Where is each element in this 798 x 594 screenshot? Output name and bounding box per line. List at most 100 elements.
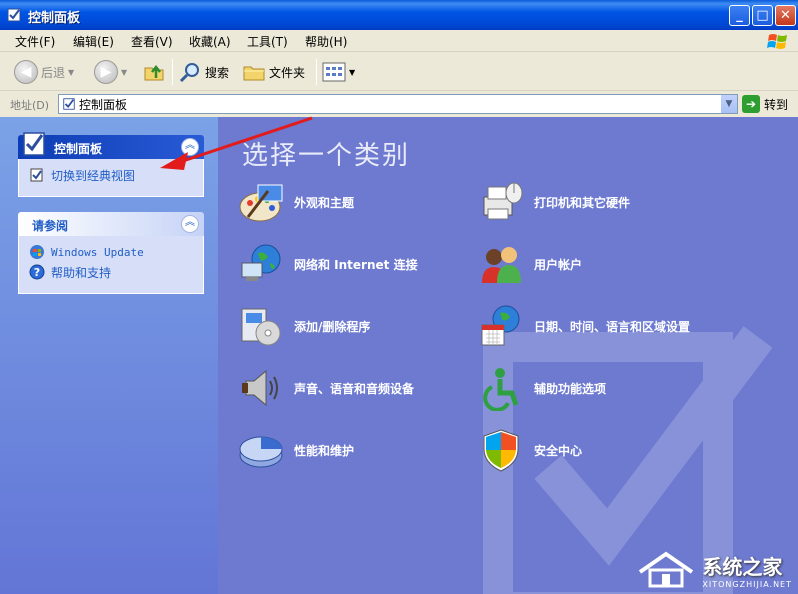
category-label: 网络和 Internet 连接 — [294, 257, 418, 272]
network-globe-icon — [241, 244, 281, 281]
views-dropdown-icon: ▼ — [349, 67, 356, 77]
menu-tools[interactable]: 工具(T) — [247, 33, 288, 50]
address-value: 控制面板 — [79, 97, 128, 112]
see-also-title: 请参阅 — [32, 219, 69, 233]
category-sounds-speech-audio[interactable]: 声音、语音和音频设备 — [238, 365, 414, 411]
up-folder-icon — [144, 64, 164, 81]
category-view: 选择一个类别 外观和主题 打印机和其它硬件 网络和 Internet 连接 用户… — [218, 117, 798, 594]
windows-update-link[interactable]: Windows Update — [29, 242, 193, 262]
watermark-text: 系统之家 — [702, 555, 783, 579]
help-and-support-label: 帮助和支持 — [51, 265, 112, 280]
address-bar: 地址(D) 控制面板 ▼ ➔ 转到 — [0, 92, 798, 116]
control-panel-icon — [63, 98, 75, 110]
close-button[interactable]: ✕ — [775, 5, 796, 26]
windows-update-label: Windows Update — [51, 245, 144, 259]
category-performance-and-maintenance[interactable]: 性能和维护 — [238, 427, 354, 473]
back-button[interactable]: ◀ 后退 ▼ — [14, 59, 74, 85]
go-label: 转到 — [764, 97, 789, 112]
paint-palette-icon — [239, 184, 283, 222]
address-input[interactable]: 控制面板 ▼ — [58, 94, 738, 114]
back-dropdown-icon[interactable]: ▼ — [68, 68, 74, 77]
collapse-chevron-icon[interactable]: ︽ — [181, 138, 199, 156]
control-panel-window: 控制面板 _ □ ✕ 文件(F) 编辑(E) 查看(V) 收藏(A) 工具(T)… — [0, 0, 798, 594]
category-label: 用户帐户 — [534, 257, 583, 272]
category-label: 性能和维护 — [294, 443, 355, 458]
address-label: 地址(D) — [10, 99, 50, 112]
menu-help[interactable]: 帮助(H) — [305, 33, 347, 50]
security-shield-icon — [483, 429, 519, 472]
collapse-chevron-icon[interactable]: ︽ — [181, 215, 199, 233]
folders-label: 文件夹 — [269, 65, 306, 80]
menu-favorites[interactable]: 收藏(A) — [189, 33, 231, 50]
maximize-button[interactable]: □ — [752, 5, 773, 26]
task-pane: 控制面板 ︽ 切换到经典视图 请参阅 ︽ Windows Update ? 帮助… — [0, 117, 218, 594]
folder-icon — [243, 66, 265, 81]
control-panel-section-title: 控制面板 — [54, 142, 103, 156]
search-icon — [179, 63, 199, 83]
category-label: 声音、语音和音频设备 — [294, 381, 415, 396]
search-button[interactable]: 搜索 — [178, 59, 229, 85]
window-title: 控制面板 — [28, 11, 81, 26]
go-arrow-icon: ➔ — [742, 95, 760, 113]
switch-to-classic-view-link[interactable]: 切换到经典视图 — [29, 165, 193, 185]
house-logo-icon — [639, 551, 694, 588]
switch-to-classic-view-label: 切换到经典视图 — [51, 168, 136, 183]
up-folder-button[interactable] — [142, 59, 166, 85]
watermark: 系统之家 XITONGZHIJIA.NET — [636, 550, 792, 590]
category-label: 添加/删除程序 — [294, 319, 371, 334]
classic-view-icon — [30, 168, 43, 182]
accessibility-icon — [483, 368, 519, 411]
control-panel-section: 控制面板 ︽ 切换到经典视图 — [18, 132, 204, 197]
toolbar-separator — [172, 59, 173, 85]
menu-edit[interactable]: 编辑(E) — [73, 33, 114, 50]
see-also-section-body: Windows Update ? 帮助和支持 — [18, 236, 204, 294]
control-panel-section-body: 切换到经典视图 — [18, 159, 204, 197]
category-label: 打印机和其它硬件 — [534, 195, 631, 210]
forward-dropdown-icon[interactable]: ▼ — [121, 68, 127, 77]
svg-text:?: ? — [34, 266, 40, 279]
category-security-center[interactable]: 安全中心 — [478, 427, 582, 473]
forward-arrow-icon: ▶ — [94, 60, 118, 84]
windows-logo-icon — [767, 34, 787, 49]
category-accessibility-options[interactable]: 辅助功能选项 — [478, 365, 606, 411]
windows-update-icon — [30, 245, 44, 259]
category-label: 安全中心 — [534, 443, 583, 458]
category-network-and-internet[interactable]: 网络和 Internet 连接 — [238, 241, 418, 287]
category-add-remove-programs[interactable]: 添加/删除程序 — [238, 303, 370, 349]
menu-view[interactable]: 查看(V) — [131, 33, 173, 50]
category-user-accounts[interactable]: 用户帐户 — [478, 241, 582, 287]
performance-chart-icon — [239, 436, 283, 468]
category-printers-and-other-hardware[interactable]: 打印机和其它硬件 — [478, 179, 630, 225]
add-remove-programs-icon — [241, 308, 281, 346]
back-label: 后退 — [41, 65, 66, 80]
search-label: 搜索 — [205, 65, 230, 80]
title-bar[interactable]: 控制面板 _ □ ✕ — [0, 0, 798, 30]
speaker-icon — [242, 369, 278, 407]
category-label: 日期、时间、语言和区域设置 — [534, 319, 691, 334]
control-panel-icon — [7, 8, 21, 22]
category-date-time-language-region[interactable]: 日期、时间、语言和区域设置 — [478, 303, 690, 349]
category-label: 外观和主题 — [294, 195, 355, 210]
back-arrow-icon: ◀ — [14, 60, 38, 84]
printer-icon — [483, 182, 523, 220]
watermark-subtext: XITONGZHIJIA.NET — [702, 580, 792, 589]
menu-file[interactable]: 文件(F) — [15, 33, 55, 50]
user-accounts-icon — [482, 247, 521, 283]
toolbar: ◀ 后退 ▼ ▶ ▼ 搜索 文件夹 ▼ — [0, 53, 798, 91]
category-appearance-and-themes[interactable]: 外观和主题 — [238, 179, 354, 225]
control-panel-icon — [23, 132, 45, 156]
see-also-section-header[interactable]: 请参阅 ︽ — [18, 212, 204, 236]
views-icon — [322, 62, 346, 82]
forward-button[interactable]: ▶ ▼ — [94, 59, 127, 85]
help-icon: ? — [29, 264, 45, 280]
minimize-button[interactable]: _ — [729, 5, 750, 26]
views-button[interactable]: ▼ — [322, 59, 355, 85]
page-heading: 选择一个类别 — [242, 141, 411, 171]
folders-button[interactable]: 文件夹 — [242, 59, 305, 85]
toolbar-separator — [316, 59, 317, 85]
address-dropdown-button[interactable]: ▼ — [720, 95, 737, 113]
date-time-globe-icon — [481, 305, 520, 346]
go-button[interactable]: ➔ 转到 — [742, 95, 788, 113]
control-panel-section-header[interactable]: 控制面板 ︽ — [18, 132, 204, 159]
help-and-support-link[interactable]: ? 帮助和支持 — [29, 262, 193, 282]
